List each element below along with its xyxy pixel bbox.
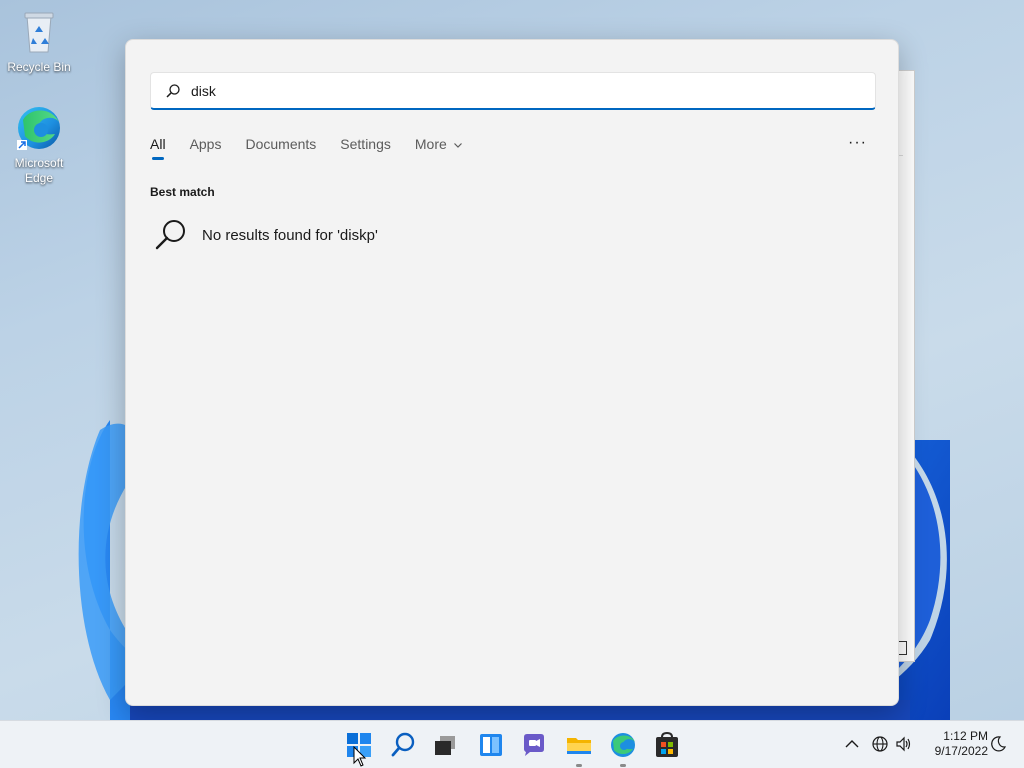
clock[interactable]: 1:12 PM 9/17/2022 bbox=[920, 729, 988, 759]
tab-apps[interactable]: Apps bbox=[190, 136, 222, 160]
search-large-icon bbox=[155, 220, 185, 250]
search-icon bbox=[391, 732, 415, 757]
running-indicator bbox=[576, 764, 582, 767]
edge-label: Microsoft Edge bbox=[14, 156, 64, 185]
network-globe-icon[interactable] bbox=[871, 735, 889, 753]
taskbar: 1:12 PM 9/17/2022 bbox=[0, 720, 1024, 768]
tab-documents[interactable]: Documents bbox=[245, 136, 316, 160]
edge-icon bbox=[611, 733, 635, 757]
edge-icon bbox=[15, 104, 63, 152]
widgets-button[interactable] bbox=[477, 731, 505, 759]
task-view-button[interactable] bbox=[431, 731, 459, 759]
tab-all[interactable]: All bbox=[150, 136, 166, 160]
search-input[interactable] bbox=[191, 82, 791, 99]
taskbar-search-button[interactable] bbox=[383, 725, 423, 765]
clock-date: 9/17/2022 bbox=[934, 744, 988, 758]
search-filter-tabs: All Apps Documents Settings More bbox=[150, 136, 487, 160]
tab-more-label: More bbox=[414, 136, 447, 152]
desktop-icon-edge[interactable]: Microsoft Edge bbox=[3, 104, 75, 186]
recycle-bin-icon bbox=[15, 8, 63, 56]
volume-icon[interactable] bbox=[895, 735, 913, 753]
desktop-icon-recycle-bin[interactable]: Recycle Bin bbox=[3, 8, 75, 75]
tab-settings[interactable]: Settings bbox=[340, 136, 391, 160]
file-explorer-button[interactable] bbox=[565, 731, 593, 767]
tab-more[interactable]: More bbox=[415, 136, 463, 160]
more-options-button[interactable]: ··· bbox=[848, 134, 867, 152]
task-view-icon bbox=[435, 736, 455, 755]
show-hidden-icons-chevron-icon[interactable] bbox=[843, 735, 861, 753]
search-panel: All Apps Documents Settings More ··· Bes… bbox=[125, 39, 899, 706]
chat-icon bbox=[524, 734, 544, 756]
no-results-row: No results found for 'diskp' bbox=[154, 218, 378, 252]
mouse-cursor-icon bbox=[353, 746, 367, 767]
best-match-heading: Best match bbox=[150, 185, 215, 199]
widgets-icon bbox=[480, 734, 502, 756]
edge-taskbar-button[interactable] bbox=[609, 731, 637, 767]
chat-button[interactable] bbox=[520, 731, 548, 759]
store-button[interactable] bbox=[653, 731, 681, 759]
store-icon bbox=[656, 731, 678, 757]
search-box[interactable] bbox=[150, 72, 876, 110]
search-icon bbox=[166, 83, 180, 98]
focus-moon-icon[interactable] bbox=[989, 735, 1007, 753]
chevron-down-icon bbox=[453, 143, 462, 149]
clock-time: 1:12 PM bbox=[943, 729, 988, 743]
recycle-bin-label: Recycle Bin bbox=[7, 60, 71, 74]
no-results-text: No results found for 'diskp' bbox=[202, 226, 378, 244]
file-explorer-icon bbox=[567, 738, 591, 754]
running-indicator bbox=[620, 764, 626, 767]
